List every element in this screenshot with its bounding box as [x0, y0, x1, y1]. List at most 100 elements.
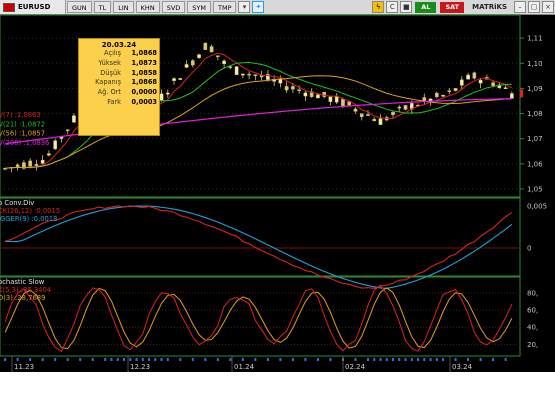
tooltip-row-change: Fark 0,0003	[107, 97, 157, 106]
x-axis-day-marker	[4, 358, 7, 361]
x-axis-day-marker	[329, 358, 332, 361]
x-axis-day-marker	[79, 358, 82, 361]
macd-tick-label: 0	[527, 245, 531, 253]
candle-body	[159, 93, 164, 101]
x-axis-day-marker	[435, 358, 438, 361]
candle-body	[165, 92, 170, 95]
stoch-title: ochastic Slow	[0, 278, 45, 286]
x-axis-day-marker	[204, 358, 207, 361]
x-axis-day-marker	[16, 358, 19, 361]
x-axis-label: 11.23	[14, 363, 34, 371]
candle-body	[303, 92, 308, 97]
candle-body	[460, 79, 464, 86]
stoch-tick-label: 20,	[527, 341, 538, 349]
candle-body	[434, 93, 439, 97]
x-axis-day-marker	[229, 358, 232, 361]
price-legend-entry: AV(21) :1,0872	[0, 120, 45, 128]
x-axis-label: 03.24	[452, 363, 473, 371]
candle-body	[403, 105, 408, 110]
tooltip-row-close: Kapanış 1,0868	[95, 78, 157, 87]
x-axis-day-marker	[116, 358, 119, 361]
tooltip-row-low: Düşük 1,0858	[100, 68, 157, 77]
x-axis-day-marker	[492, 358, 495, 361]
stoch-tick-label: 40,	[527, 324, 538, 332]
candle-body	[47, 153, 51, 156]
x-axis-day-marker	[454, 358, 457, 361]
candle-body	[359, 113, 364, 117]
x-axis-bar	[0, 356, 520, 372]
tooltip-row-open: Açılış 1,0868	[104, 49, 157, 57]
x-axis-day-marker	[373, 358, 376, 361]
y-axis-ticks: 1,11 1,10 1,09 1,08 1,07 1,06 1,05 0,005 0 80, 60,…	[520, 35, 547, 349]
stoch-legend-entry: D(3) :28,7689	[0, 294, 45, 302]
x-axis-day-marker	[266, 358, 269, 361]
x-axis-day-marker	[254, 358, 257, 361]
candle-body	[241, 73, 245, 76]
candle-body	[397, 106, 402, 109]
stochastic-lines	[0, 284, 520, 353]
candle-body	[328, 96, 333, 102]
x-axis-day-marker	[179, 358, 182, 361]
candle-body	[347, 101, 352, 106]
candle-body	[472, 72, 477, 79]
tooltip-date: 20.03.24	[101, 41, 137, 49]
candle-body	[478, 79, 483, 84]
x-axis-day-marker	[291, 358, 294, 361]
candle-body	[178, 78, 183, 80]
candle-body	[491, 82, 495, 86]
x-axis-day-marker	[54, 358, 57, 361]
x-axis-day-marker	[91, 358, 94, 361]
candle-body	[222, 60, 226, 65]
x-axis-day-marker	[417, 358, 420, 361]
candle-body	[391, 112, 395, 115]
candle-body	[372, 118, 377, 122]
x-axis-day-marker	[135, 358, 138, 361]
x-axis-day-marker	[366, 358, 369, 361]
candle-body	[209, 46, 214, 53]
candle-body	[366, 114, 370, 116]
candle-body	[72, 115, 76, 123]
x-axis: 11.23 12.23 01.24 02.24 03.24	[0, 355, 520, 372]
macd-tick-label: 0,005	[527, 203, 547, 211]
stoch-tick-label: 60,	[527, 307, 538, 315]
x-axis-day-marker	[104, 358, 107, 361]
candle-body	[466, 74, 470, 80]
candle-body	[40, 159, 45, 164]
x-axis-day-marker	[148, 358, 151, 361]
candle-body	[503, 87, 508, 89]
x-axis-day-marker	[316, 358, 319, 361]
macd-legend-entry: CK(26,12) :0,0015	[0, 207, 60, 215]
x-axis-day-marker	[398, 358, 401, 361]
candle-body	[341, 99, 345, 107]
price-tick-label: 1,11	[527, 35, 543, 43]
candle-body	[247, 73, 251, 76]
candle-body	[284, 86, 289, 91]
price-tick-label: 1,07	[527, 135, 543, 143]
candle-body	[291, 86, 295, 90]
x-axis-day-marker	[404, 358, 407, 361]
candle-body	[234, 66, 239, 75]
x-axis-day-marker	[166, 358, 169, 361]
price-tick-label: 1,06	[527, 160, 543, 168]
price-tick-label: 1,09	[527, 85, 543, 93]
x-axis-day-marker	[479, 358, 482, 361]
x-axis-day-marker	[110, 358, 113, 361]
candle-body	[316, 94, 320, 99]
tooltip-row-high: Yüksek 1,0873	[98, 58, 157, 67]
x-axis-day-marker	[241, 358, 244, 361]
x-axis-day-marker	[410, 358, 413, 361]
price-legend-entry: AV(200) :1,0836	[0, 139, 49, 147]
x-axis-day-marker	[191, 358, 194, 361]
x-axis-day-marker	[392, 358, 395, 361]
candle-body	[453, 88, 458, 91]
last-price-marker	[520, 89, 523, 98]
indicator-legends: AV(7) :1,0863AV(21) :1,0872 AV(56) :1,085…	[0, 111, 60, 302]
candle-body	[297, 89, 301, 92]
price-legend-entry: AV(56) :1,0857	[0, 130, 45, 138]
price-legend-entry: AV(7) :1,0863	[0, 111, 41, 119]
x-axis-day-marker	[154, 358, 157, 361]
candle-body	[510, 93, 514, 99]
x-axis-label: 12.23	[130, 363, 150, 371]
x-axis-label: 02.24	[345, 363, 366, 371]
candle-body	[216, 55, 220, 57]
